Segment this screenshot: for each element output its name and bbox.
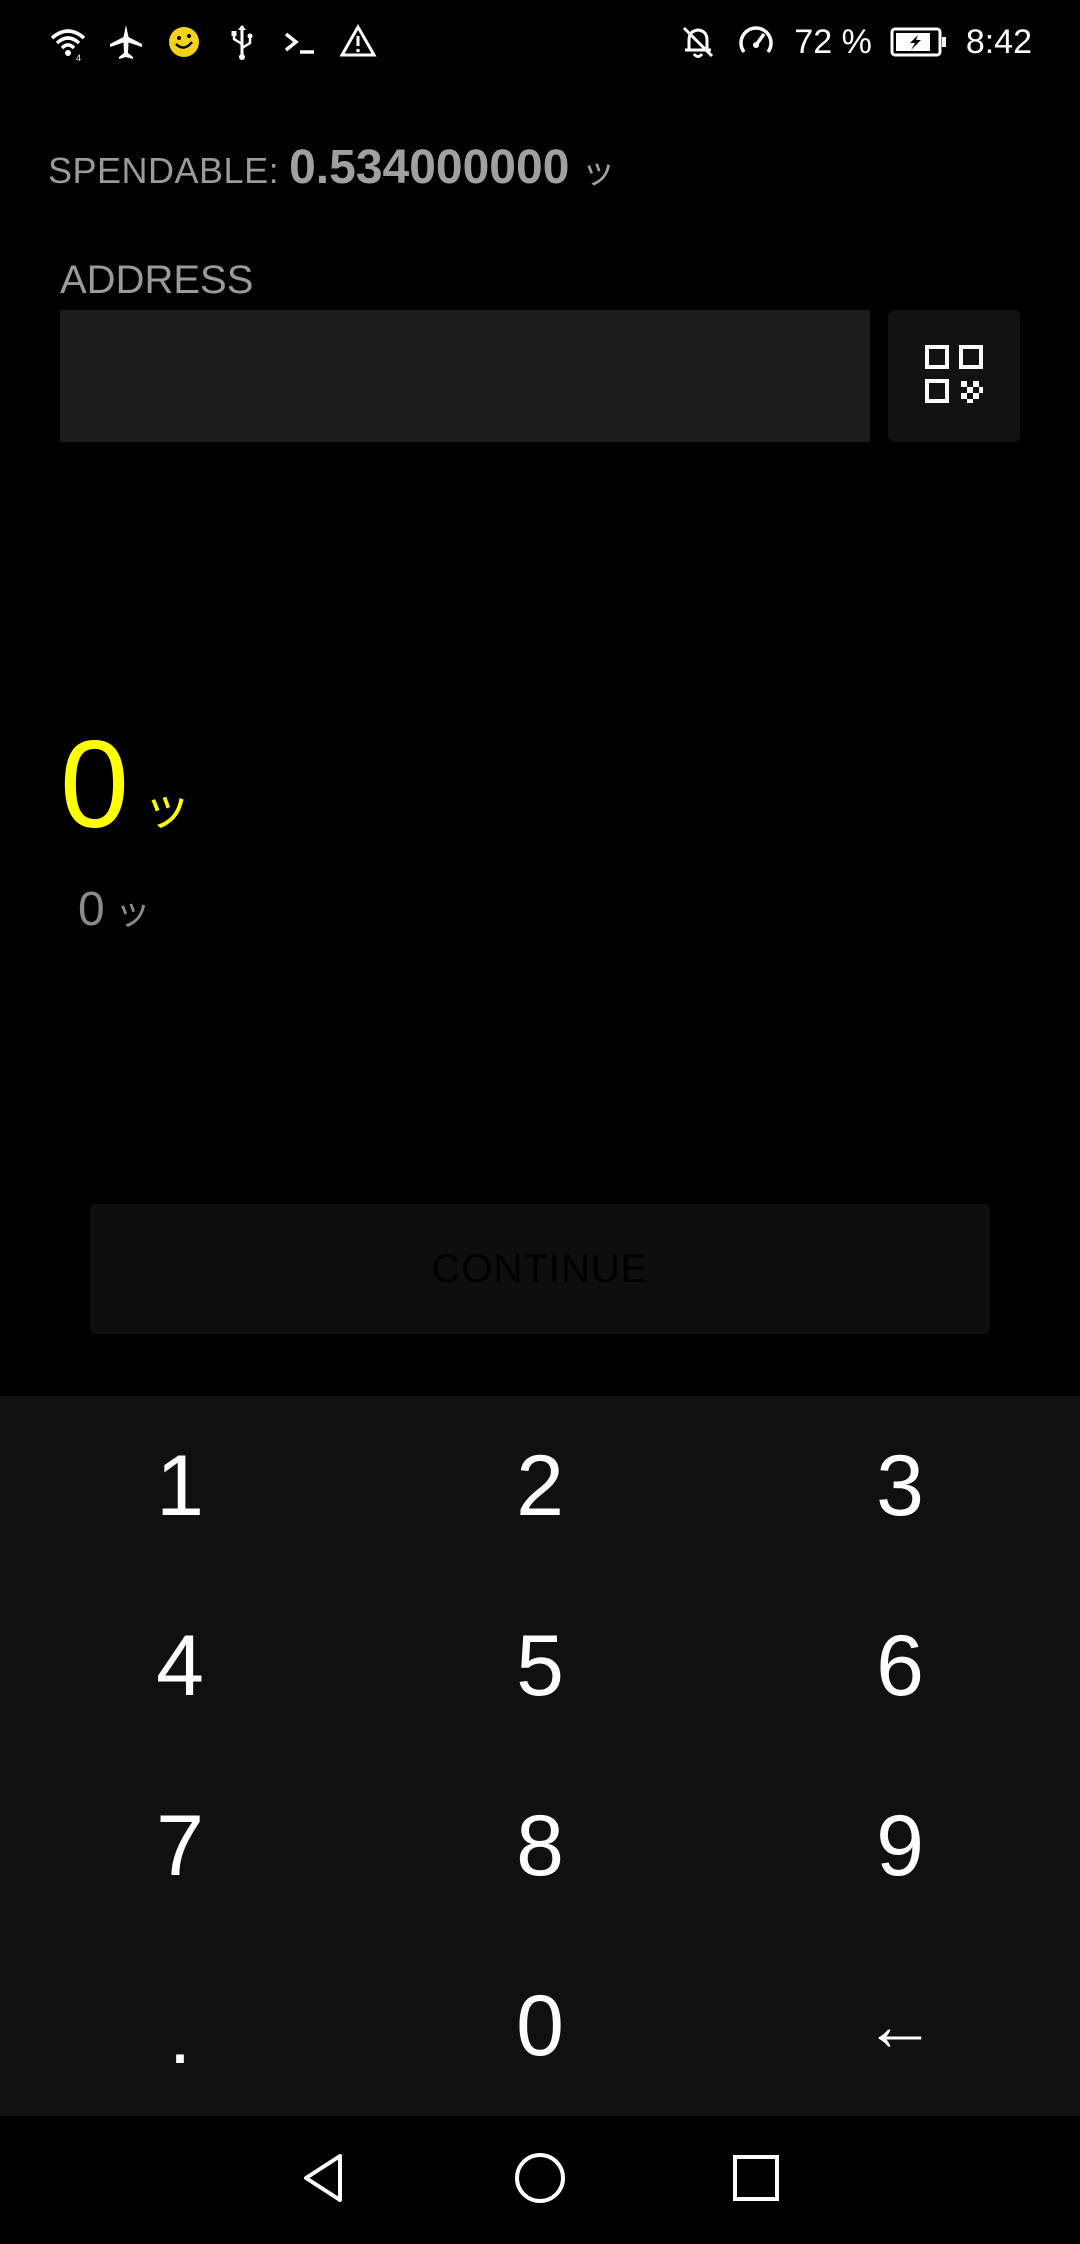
nav-back-button[interactable] [296,2152,352,2208]
numeric-keypad: 1 2 3 4 5 6 7 8 9 . 0 ← [0,1396,1080,2116]
amount-value: 0 [60,716,129,854]
key-9[interactable]: 9 [720,1756,1080,1936]
amount-display: 0 ッ [60,720,191,850]
spendable-balance: SPENDABLE: 0.534000000 ッ [48,140,615,195]
battery-percent: 72 % [794,22,872,61]
navigation-bar [0,2116,1080,2244]
status-left: 4 [48,22,378,63]
terminal-icon [280,22,320,62]
amount-unit: ッ [142,782,191,835]
continue-button[interactable]: CONTINUE [90,1204,990,1334]
status-right: 72 % 8:42 [678,22,1032,62]
key-decimal[interactable]: . [0,1936,360,2116]
clock: 8:42 [965,22,1032,61]
usb-icon [222,22,262,62]
key-0[interactable]: 0 [360,1936,720,2116]
key-8[interactable]: 8 [360,1756,720,1936]
nav-recents-button[interactable] [728,2152,784,2208]
key-3[interactable]: 3 [720,1396,1080,1576]
key-2[interactable]: 2 [360,1396,720,1576]
amount-secondary-value: 0 [78,883,105,936]
key-1[interactable]: 1 [0,1396,360,1576]
status-bar: 4 72 % 8:42 [0,0,1080,84]
spendable-unit: ッ [581,153,616,191]
speedometer-icon [736,22,776,62]
home-icon [512,2150,568,2211]
emoji-icon [164,22,204,62]
battery-icon [890,26,948,58]
address-label: ADDRESS [60,258,254,302]
spendable-value: 0.534000000 [289,141,570,194]
key-4[interactable]: 4 [0,1576,360,1756]
address-input[interactable] [60,310,870,442]
svg-text:4: 4 [76,53,81,62]
airplane-icon [106,22,146,62]
amount-secondary-unit: ッ [114,891,151,932]
nav-home-button[interactable] [512,2152,568,2208]
back-icon [296,2150,352,2211]
qr-code-icon [925,344,983,408]
key-backspace[interactable]: ← [720,1936,1080,2116]
spendable-label: SPENDABLE: [48,150,280,191]
key-5[interactable]: 5 [360,1576,720,1756]
key-7[interactable]: 7 [0,1756,360,1936]
qr-scan-button[interactable] [888,310,1020,442]
amount-secondary: 0 ッ [78,882,151,937]
warning-icon [338,22,378,62]
key-6[interactable]: 6 [720,1576,1080,1756]
wifi-icon: 4 [48,22,88,63]
bell-off-icon [678,22,718,62]
recents-icon [728,2150,784,2211]
